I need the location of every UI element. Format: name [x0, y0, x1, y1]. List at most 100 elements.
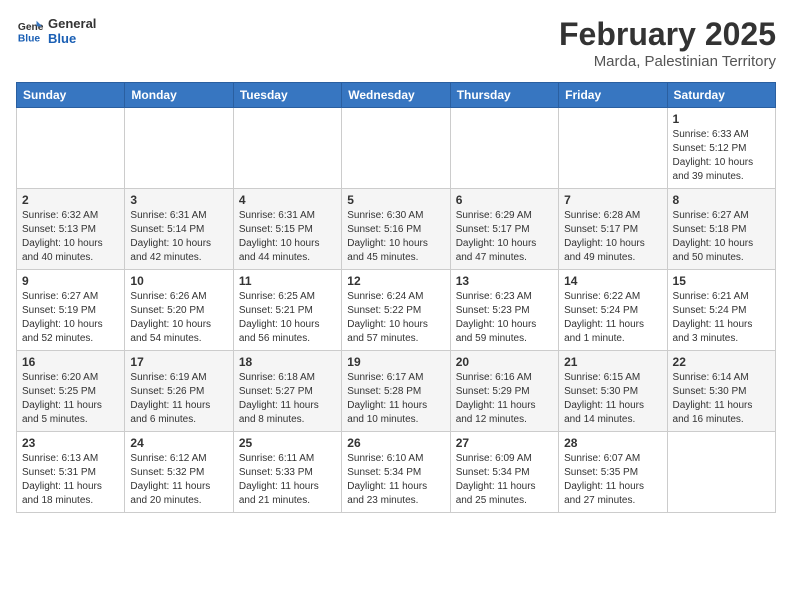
day-number: 13	[456, 274, 553, 288]
calendar-cell: 19 Sunrise: 6:17 AM Sunset: 5:28 PM Dayli…	[342, 351, 450, 432]
day-info: Sunrise: 6:33 AM Sunset: 5:12 PM Dayligh…	[673, 128, 770, 184]
calendar-cell	[559, 108, 667, 189]
calendar-cell: 14 Sunrise: 6:22 AM Sunset: 5:24 PM Dayli…	[559, 270, 667, 351]
day-info: Sunrise: 6:31 AM Sunset: 5:15 PM Dayligh…	[239, 209, 336, 265]
day-number: 9	[22, 274, 119, 288]
calendar-cell: 22 Sunrise: 6:14 AM Sunset: 5:30 PM Dayli…	[667, 351, 775, 432]
calendar-cell: 1 Sunrise: 6:33 AM Sunset: 5:12 PM Daylig…	[667, 108, 775, 189]
calendar-week-2: 2Sunrise: 6:32 AM Sunset: 5:13 PM Daylig…	[17, 189, 776, 270]
day-number: 25	[239, 436, 336, 450]
day-number: 12	[347, 274, 444, 288]
calendar-cell	[667, 432, 775, 513]
calendar-cell	[450, 108, 558, 189]
day-number: 10	[130, 274, 227, 288]
day-number: 15	[673, 274, 770, 288]
day-number: 26	[347, 436, 444, 450]
day-number: 4	[239, 193, 336, 207]
calendar-cell: 12Sunrise: 6:24 AM Sunset: 5:22 PM Dayli…	[342, 270, 450, 351]
day-info: Sunrise: 6:28 AM Sunset: 5:17 PM Dayligh…	[564, 209, 661, 265]
calendar-cell: 11 Sunrise: 6:25 AM Sunset: 5:21 PM Dayli…	[233, 270, 341, 351]
day-info: Sunrise: 6:16 AM Sunset: 5:29 PM Dayligh…	[456, 371, 553, 427]
day-number: 17	[130, 355, 227, 369]
calendar-cell: 17Sunrise: 6:19 AM Sunset: 5:26 PM Dayli…	[125, 351, 233, 432]
day-info: Sunrise: 6:12 AM Sunset: 5:32 PM Dayligh…	[130, 452, 227, 508]
day-info: Sunrise: 6:07 AM Sunset: 5:35 PM Dayligh…	[564, 452, 661, 508]
calendar-cell: 4 Sunrise: 6:31 AM Sunset: 5:15 PM Daylig…	[233, 189, 341, 270]
calendar-cell: 26 Sunrise: 6:10 AM Sunset: 5:34 PM Dayli…	[342, 432, 450, 513]
calendar-cell	[342, 108, 450, 189]
calendar-cell: 20 Sunrise: 6:16 AM Sunset: 5:29 PM Dayli…	[450, 351, 558, 432]
calendar-header-tuesday: Tuesday	[233, 83, 341, 108]
calendar-cell: 18 Sunrise: 6:18 AM Sunset: 5:27 PM Dayli…	[233, 351, 341, 432]
day-number: 14	[564, 274, 661, 288]
svg-text:General: General	[18, 22, 44, 33]
calendar-table: SundayMondayTuesdayWednesdayThursdayFrid…	[16, 82, 776, 513]
day-number: 23	[22, 436, 119, 450]
day-number: 27	[456, 436, 553, 450]
calendar-header-wednesday: Wednesday	[342, 83, 450, 108]
day-number: 24	[130, 436, 227, 450]
day-number: 3	[130, 193, 227, 207]
day-number: 21	[564, 355, 661, 369]
calendar-cell: 24 Sunrise: 6:12 AM Sunset: 5:32 PM Dayli…	[125, 432, 233, 513]
logo: General Blue General Blue	[16, 16, 96, 46]
calendar-week-4: 16 Sunrise: 6:20 AM Sunset: 5:25 PM Dayli…	[17, 351, 776, 432]
day-number: 16	[22, 355, 119, 369]
logo-icon: General Blue	[16, 17, 44, 45]
day-info: Sunrise: 6:15 AM Sunset: 5:30 PM Dayligh…	[564, 371, 661, 427]
day-info: Sunrise: 6:23 AM Sunset: 5:23 PM Dayligh…	[456, 290, 553, 346]
calendar-week-5: 23Sunrise: 6:13 AM Sunset: 5:31 PM Dayli…	[17, 432, 776, 513]
calendar-cell: 16 Sunrise: 6:20 AM Sunset: 5:25 PM Dayli…	[17, 351, 125, 432]
calendar-cell: 9 Sunrise: 6:27 AM Sunset: 5:19 PM Daylig…	[17, 270, 125, 351]
calendar-header-friday: Friday	[559, 83, 667, 108]
day-number: 1	[673, 112, 770, 126]
day-number: 18	[239, 355, 336, 369]
day-number: 19	[347, 355, 444, 369]
calendar-cell: 27Sunrise: 6:09 AM Sunset: 5:34 PM Dayli…	[450, 432, 558, 513]
calendar-week-3: 9 Sunrise: 6:27 AM Sunset: 5:19 PM Daylig…	[17, 270, 776, 351]
calendar-cell: 23Sunrise: 6:13 AM Sunset: 5:31 PM Dayli…	[17, 432, 125, 513]
day-number: 22	[673, 355, 770, 369]
location-title: Marda, Palestinian Territory	[559, 53, 776, 70]
day-info: Sunrise: 6:22 AM Sunset: 5:24 PM Dayligh…	[564, 290, 661, 346]
svg-text:Blue: Blue	[18, 33, 41, 44]
calendar-cell: 3 Sunrise: 6:31 AM Sunset: 5:14 PM Daylig…	[125, 189, 233, 270]
day-info: Sunrise: 6:10 AM Sunset: 5:34 PM Dayligh…	[347, 452, 444, 508]
calendar-cell: 13 Sunrise: 6:23 AM Sunset: 5:23 PM Dayli…	[450, 270, 558, 351]
day-info: Sunrise: 6:29 AM Sunset: 5:17 PM Dayligh…	[456, 209, 553, 265]
day-info: Sunrise: 6:20 AM Sunset: 5:25 PM Dayligh…	[22, 371, 119, 427]
logo-general: General	[48, 16, 96, 31]
calendar-cell	[233, 108, 341, 189]
day-info: Sunrise: 6:18 AM Sunset: 5:27 PM Dayligh…	[239, 371, 336, 427]
calendar-cell: 2Sunrise: 6:32 AM Sunset: 5:13 PM Daylig…	[17, 189, 125, 270]
calendar-cell: 8 Sunrise: 6:27 AM Sunset: 5:18 PM Daylig…	[667, 189, 775, 270]
day-info: Sunrise: 6:27 AM Sunset: 5:18 PM Dayligh…	[673, 209, 770, 265]
calendar-cell: 7 Sunrise: 6:28 AM Sunset: 5:17 PM Daylig…	[559, 189, 667, 270]
calendar-header-row: SundayMondayTuesdayWednesdayThursdayFrid…	[17, 83, 776, 108]
day-info: Sunrise: 6:25 AM Sunset: 5:21 PM Dayligh…	[239, 290, 336, 346]
day-info: Sunrise: 6:21 AM Sunset: 5:24 PM Dayligh…	[673, 290, 770, 346]
day-number: 8	[673, 193, 770, 207]
day-number: 7	[564, 193, 661, 207]
page-header: General Blue General Blue February 2025 …	[16, 16, 776, 70]
day-number: 5	[347, 193, 444, 207]
day-info: Sunrise: 6:30 AM Sunset: 5:16 PM Dayligh…	[347, 209, 444, 265]
day-info: Sunrise: 6:17 AM Sunset: 5:28 PM Dayligh…	[347, 371, 444, 427]
calendar-cell: 15 Sunrise: 6:21 AM Sunset: 5:24 PM Dayli…	[667, 270, 775, 351]
day-info: Sunrise: 6:31 AM Sunset: 5:14 PM Dayligh…	[130, 209, 227, 265]
calendar-header-thursday: Thursday	[450, 83, 558, 108]
day-info: Sunrise: 6:14 AM Sunset: 5:30 PM Dayligh…	[673, 371, 770, 427]
day-number: 28	[564, 436, 661, 450]
month-title: February 2025	[559, 16, 776, 53]
day-number: 6	[456, 193, 553, 207]
title-block: February 2025 Marda, Palestinian Territo…	[559, 16, 776, 70]
calendar-cell: 6 Sunrise: 6:29 AM Sunset: 5:17 PM Daylig…	[450, 189, 558, 270]
day-number: 20	[456, 355, 553, 369]
day-number: 11	[239, 274, 336, 288]
calendar-cell: 5 Sunrise: 6:30 AM Sunset: 5:16 PM Daylig…	[342, 189, 450, 270]
day-info: Sunrise: 6:27 AM Sunset: 5:19 PM Dayligh…	[22, 290, 119, 346]
calendar-header-monday: Monday	[125, 83, 233, 108]
calendar-cell	[125, 108, 233, 189]
day-number: 2	[22, 193, 119, 207]
day-info: Sunrise: 6:11 AM Sunset: 5:33 PM Dayligh…	[239, 452, 336, 508]
